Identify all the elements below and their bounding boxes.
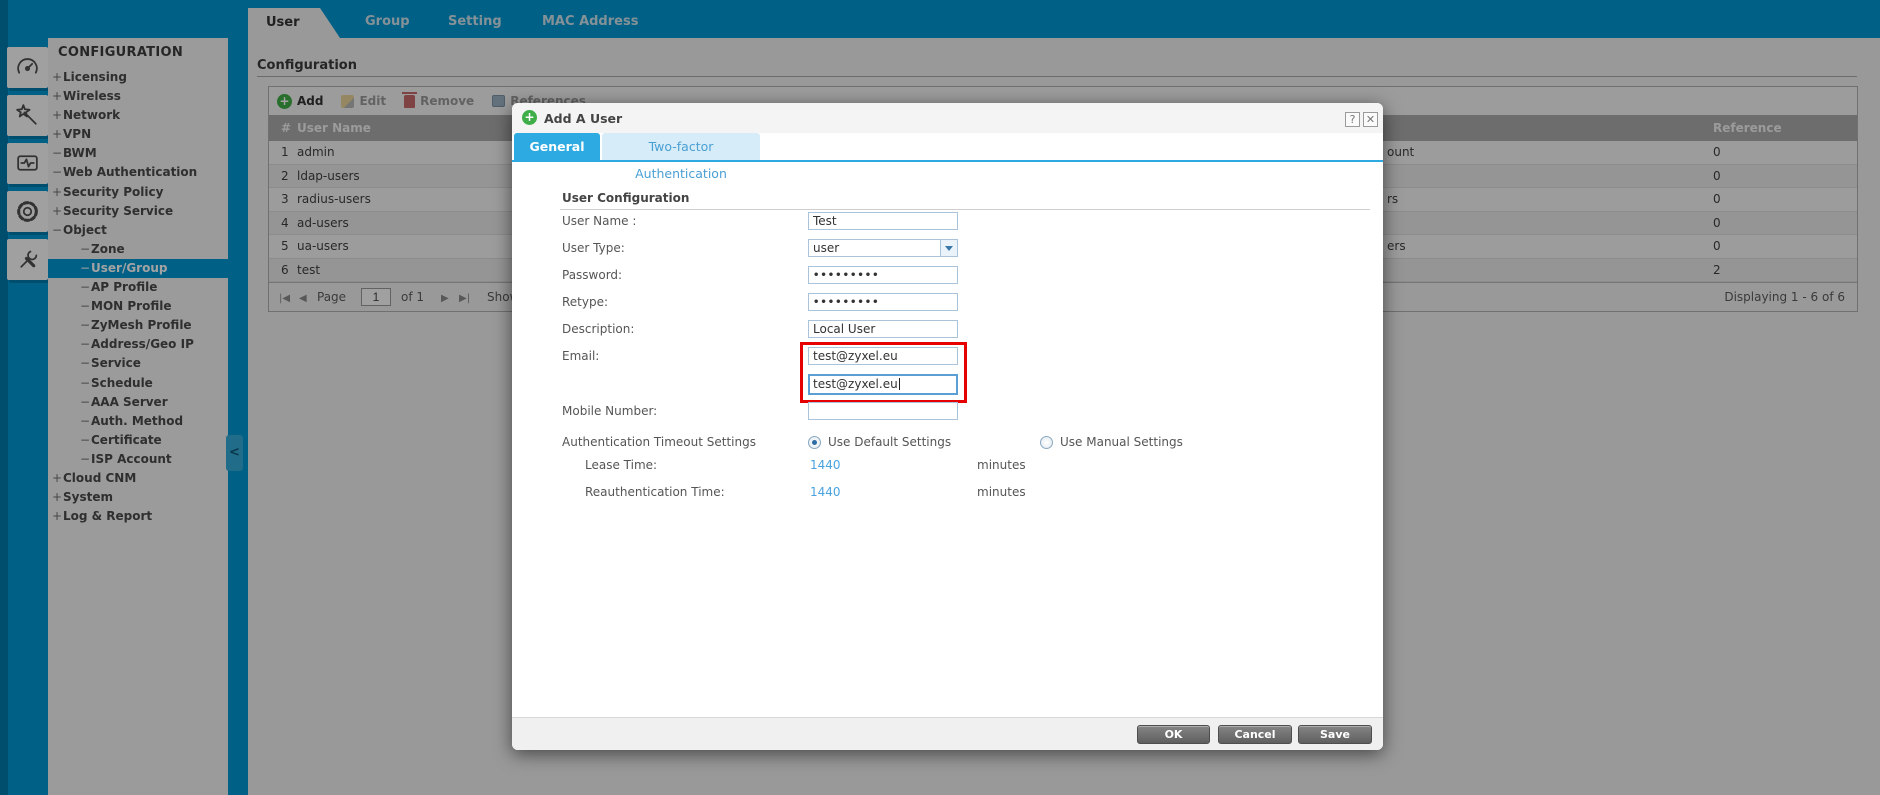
- password-label: Password:: [562, 268, 622, 282]
- description-field[interactable]: [808, 320, 958, 338]
- cancel-button[interactable]: Cancel: [1218, 725, 1292, 744]
- radio-use-manual-settings[interactable]: [1040, 436, 1053, 449]
- reauthentication-time-value: 1440: [810, 485, 841, 499]
- radio-use-default-settings[interactable]: [808, 436, 821, 449]
- reauthentication-time-label: Reauthentication Time:: [585, 485, 725, 499]
- add-icon: +: [522, 110, 537, 125]
- dialog-titlebar: + Add A User ? ✕: [512, 103, 1383, 133]
- lease-time-unit: minutes: [977, 458, 1026, 472]
- email-highlight-annotation: [800, 342, 967, 403]
- dialog-title: Add A User: [544, 111, 622, 126]
- user-configuration-heading: User Configuration: [562, 191, 689, 205]
- tab-general[interactable]: General: [514, 133, 600, 160]
- use-default-settings-label: Use Default Settings: [828, 435, 951, 449]
- help-button[interactable]: ?: [1345, 112, 1360, 127]
- use-manual-settings-label: Use Manual Settings: [1060, 435, 1183, 449]
- auth-timeout-label: Authentication Timeout Settings: [562, 435, 756, 449]
- user-type-value: user: [813, 241, 839, 255]
- retype-field[interactable]: [808, 293, 958, 311]
- mobile-number-label: Mobile Number:: [562, 404, 657, 418]
- reauthentication-time-unit: minutes: [977, 485, 1026, 499]
- retype-label: Retype:: [562, 295, 608, 309]
- user-configuration-divider: [560, 209, 1370, 210]
- add-user-dialog: + Add A User ? ✕ General Two-factor Auth…: [512, 103, 1383, 750]
- mobile-number-field[interactable]: [808, 402, 958, 420]
- user-type-select[interactable]: user: [808, 239, 958, 257]
- close-button[interactable]: ✕: [1363, 112, 1378, 127]
- ok-button[interactable]: OK: [1137, 725, 1210, 744]
- user-name-label: User Name :: [562, 214, 636, 228]
- dialog-footer: OK Cancel Save: [512, 717, 1383, 750]
- save-button[interactable]: Save: [1298, 725, 1372, 744]
- tab-underline: [512, 160, 1383, 162]
- dialog-tabs: General Two-factor Authentication: [512, 133, 1383, 160]
- user-name-field[interactable]: [808, 212, 958, 230]
- tab-two-factor-authentication[interactable]: Two-factor Authentication: [602, 133, 760, 160]
- email-label: Email:: [562, 349, 599, 363]
- app-screen: User Group Setting MAC Address CONFIGURA…: [0, 0, 1880, 795]
- chevron-down-icon[interactable]: [940, 240, 957, 256]
- password-field[interactable]: [808, 266, 958, 284]
- user-type-label: User Type:: [562, 241, 625, 255]
- lease-time-value: 1440: [810, 458, 841, 472]
- lease-time-label: Lease Time:: [585, 458, 657, 472]
- description-label: Description:: [562, 322, 634, 336]
